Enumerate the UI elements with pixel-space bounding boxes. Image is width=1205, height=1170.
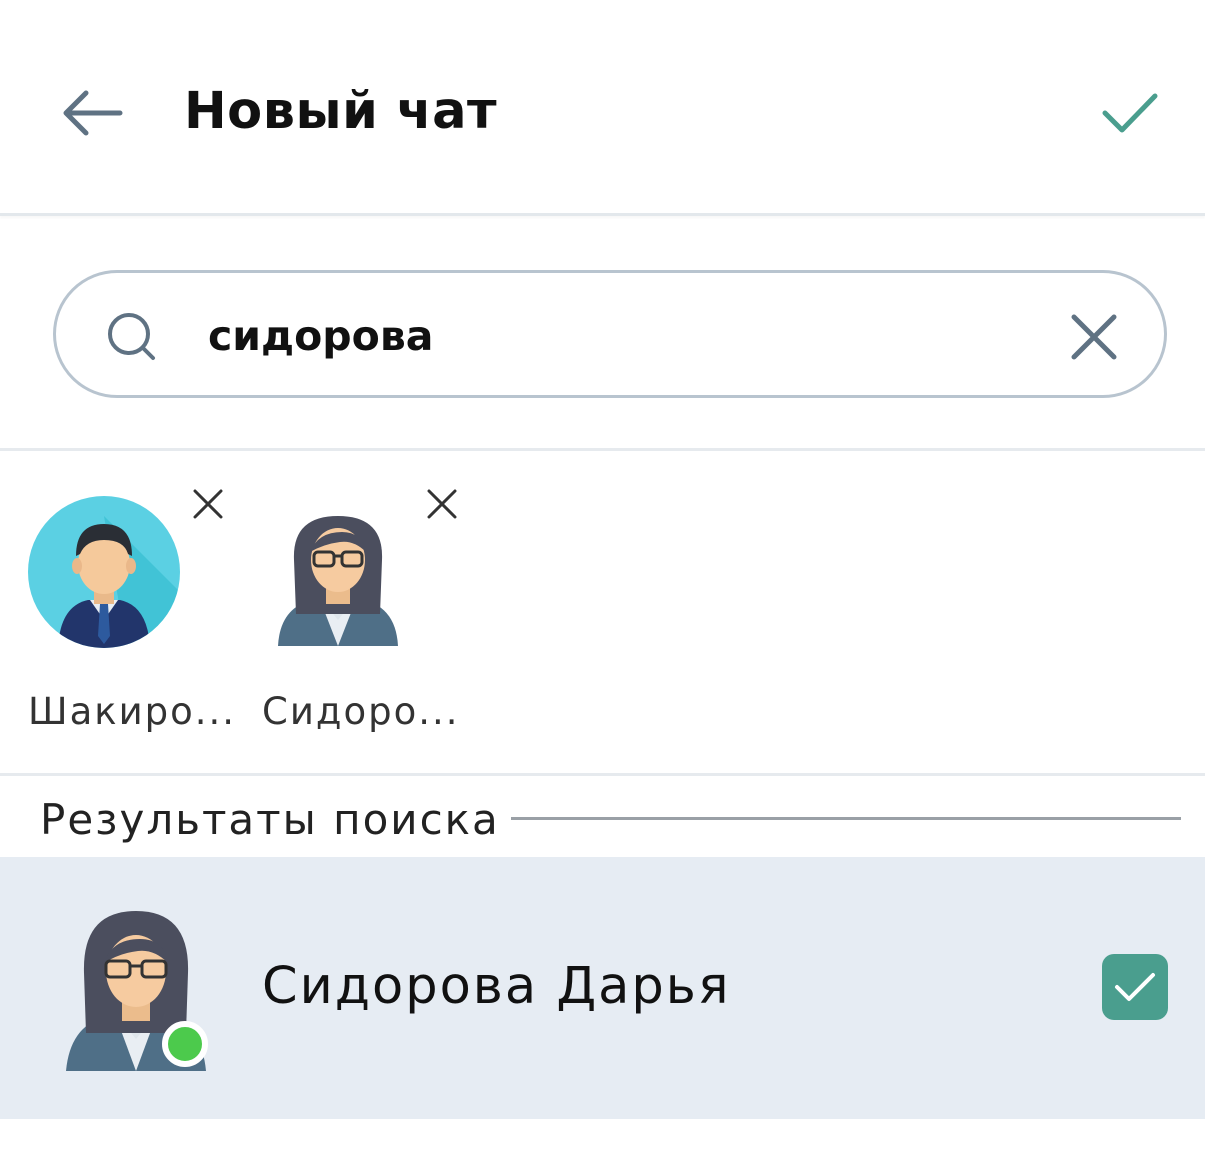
search-area <box>0 219 1205 451</box>
selected-contacts: Шакиро... Сидоро... <box>0 454 1205 776</box>
search-result-row[interactable]: Сидорова Дарья <box>0 857 1205 1119</box>
app-header: Новый чат <box>0 0 1205 216</box>
selected-contact-chip[interactable]: Шакиро... <box>28 454 258 754</box>
contact-name: Сидорова Дарья <box>262 957 731 1016</box>
selected-contact-chip[interactable]: Сидоро... <box>262 454 492 754</box>
back-button[interactable] <box>52 80 132 146</box>
remove-contact-button[interactable] <box>422 484 462 524</box>
page-title: Новый чат <box>184 82 498 141</box>
close-icon <box>427 489 457 519</box>
close-icon <box>193 489 223 519</box>
search-icon <box>108 313 155 360</box>
remove-contact-button[interactable] <box>188 484 228 524</box>
confirm-button[interactable] <box>1094 80 1166 146</box>
online-status-indicator <box>162 1021 208 1067</box>
search-results-header: Результаты поиска <box>0 779 1205 857</box>
clear-search-button[interactable] <box>1064 307 1124 367</box>
search-box <box>53 270 1167 398</box>
search-input[interactable] <box>208 301 1028 371</box>
check-icon <box>1102 93 1158 133</box>
selected-contact-name: Сидоро... <box>262 690 460 733</box>
checkmark-icon <box>1115 973 1155 1001</box>
close-icon <box>1071 314 1117 360</box>
arrow-left-icon <box>63 90 123 136</box>
selected-contact-name: Шакиро... <box>28 690 237 733</box>
female-avatar-icon <box>278 516 398 646</box>
select-checkbox[interactable] <box>1102 954 1168 1020</box>
male-avatar-icon <box>28 496 180 648</box>
section-title: Результаты поиска <box>40 795 500 844</box>
divider <box>511 817 1181 820</box>
